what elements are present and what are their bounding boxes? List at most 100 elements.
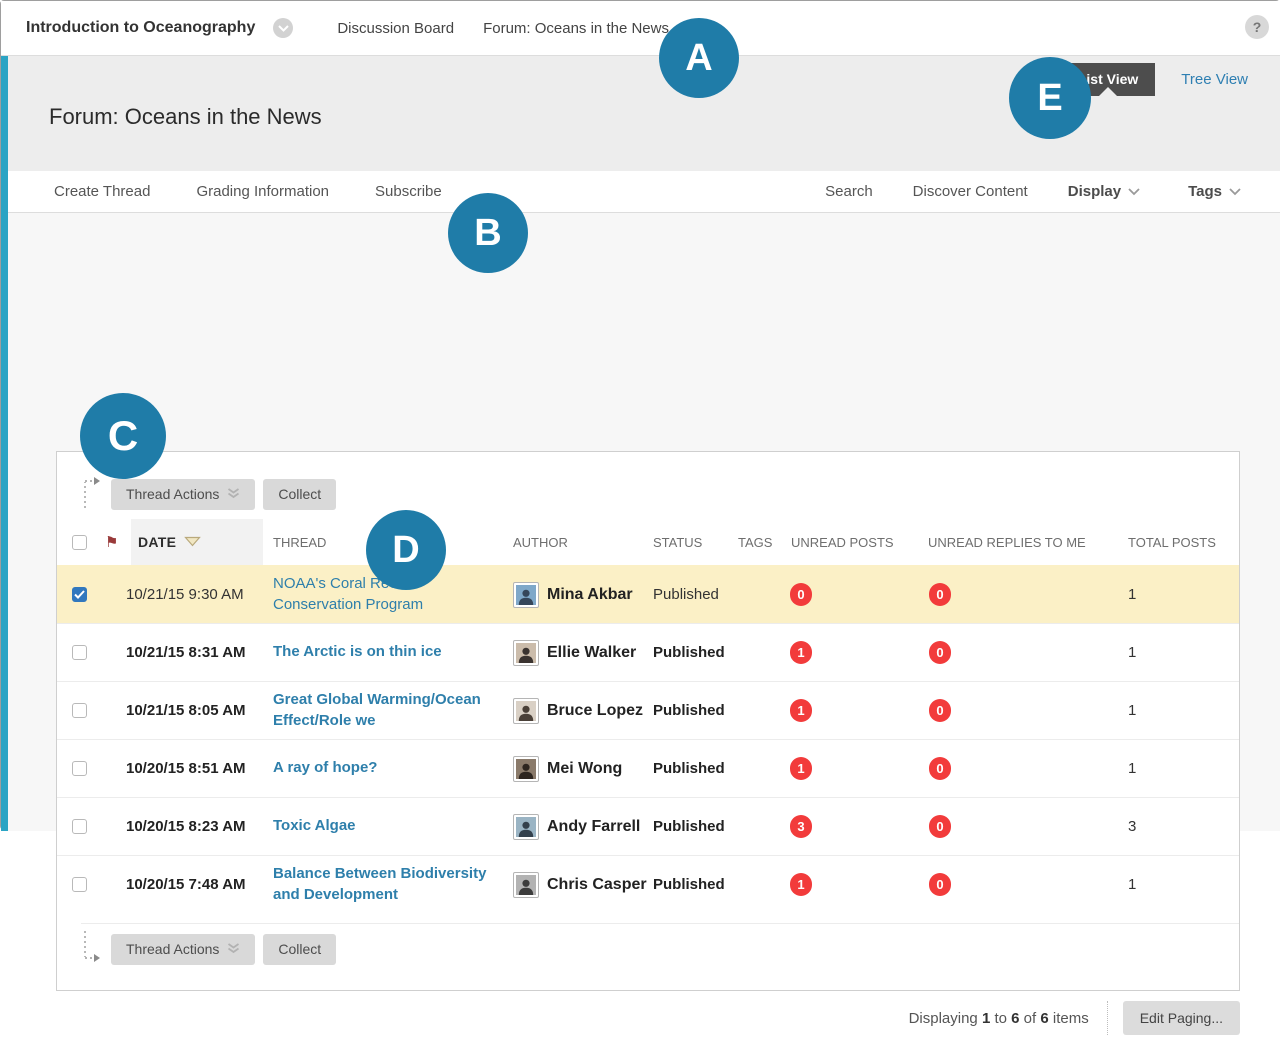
author-avatar [513,698,539,724]
discover-content-button[interactable]: Discover Content [913,183,1028,200]
thread-date: 10/21/15 8:31 AM [105,644,263,661]
collect-button[interactable]: Collect [263,479,336,510]
author-avatar [513,756,539,782]
thread-date: 10/20/15 7:48 AM [105,876,263,893]
column-header-status[interactable]: STATUS [653,535,738,550]
unread-replies-badge: 0 [929,815,951,838]
collect-button[interactable]: Collect [263,934,336,965]
annotation-circle-c: C [80,393,166,479]
author-name: Mina Akbar [547,586,633,604]
chevron-down-icon [278,19,289,37]
edit-paging-button[interactable]: Edit Paging... [1123,1001,1240,1035]
annotation-circle-a: A [659,18,739,98]
paging-bar: Displaying 1 to 6 of 6 items Edit Paging… [56,995,1240,1041]
tree-view-link[interactable]: Tree View [1181,71,1248,88]
create-thread-button[interactable]: Create Thread [54,183,150,200]
table-header-row: ⚑ DATE THREAD AUTHOR STATUS TAGS UNREAD … [57,519,1239,565]
tags-dropdown[interactable]: Tags [1188,183,1241,200]
breadcrumb-forum: Forum: Oceans in the News [483,20,669,37]
column-header-unread-posts[interactable]: UNREAD POSTS [780,535,913,550]
breadcrumb-discussion-board[interactable]: Discussion Board [337,20,454,37]
content-background: Thread Actions Collect ⚑ DATE THREAD AUT… [8,213,1280,831]
thread-actions-label: Thread Actions [126,941,219,957]
flag-icon: ⚑ [105,534,118,551]
unread-replies-badge: 0 [929,757,951,780]
thread-date: 10/20/15 8:51 AM [105,760,263,777]
author-avatar [513,640,539,666]
unread-posts-badge: 1 [790,699,812,722]
author-name: Mei Wong [547,760,622,778]
top-navigation-bar: Introduction to Oceanography Discussion … [1,1,1280,56]
table-row[interactable]: 10/21/15 9:30 AM NOAA's Coral Reef Conse… [57,565,1239,623]
author-avatar [513,814,539,840]
total-posts-value: 1 [1115,586,1239,603]
row-checkbox[interactable] [72,761,87,776]
table-row[interactable]: 10/20/15 8:51 AM A ray of hope? Mei Wong… [57,739,1239,797]
thread-status: Published [653,702,738,719]
select-all-arrow-icon [81,474,103,515]
row-checkbox[interactable] [72,877,87,892]
page-header-band: Forum: Oceans in the News List View Tree… [8,56,1280,171]
thread-status: Published [653,876,738,893]
thread-actions-label: Thread Actions [126,486,219,502]
author-name: Bruce Lopez [547,702,643,720]
column-header-date[interactable]: DATE [131,519,263,565]
total-posts-value: 3 [1115,818,1239,835]
thread-actions-button[interactable]: Thread Actions [111,934,255,965]
unread-replies-badge: 0 [929,699,951,722]
select-all-checkbox[interactable] [72,535,87,550]
total-posts-value: 1 [1115,876,1239,893]
action-bar-right: Search Discover Content Display Tags [825,183,1280,200]
subscribe-button[interactable]: Subscribe [375,183,442,200]
select-all-arrow-icon [81,929,103,970]
list-toolbar-top: Thread Actions Collect [81,478,1239,510]
unread-replies-badge: 0 [929,873,951,896]
thread-actions-button[interactable]: Thread Actions [111,479,255,510]
grading-information-button[interactable]: Grading Information [196,183,329,200]
paging-items-word: items [1053,1010,1089,1027]
column-header-unread-replies[interactable]: UNREAD REPLIES TO ME [913,535,1115,550]
paging-to-word: to [994,1010,1007,1027]
date-header-label: DATE [138,534,176,550]
column-header-author[interactable]: AUTHOR [503,535,653,550]
thread-link[interactable]: A ray of hope? [273,758,377,778]
author-avatar [513,872,539,898]
row-checkbox[interactable] [72,703,87,718]
course-title: Introduction to Oceanography [26,19,255,37]
thread-date: 10/21/15 8:05 AM [105,702,263,719]
list-toolbar-bottom: Thread Actions Collect [81,923,1239,965]
accent-stripe [1,56,8,831]
thread-status: Published [653,644,738,661]
author-avatar [513,582,539,608]
column-header-tags[interactable]: TAGS [738,535,780,550]
thread-status: Published [653,760,738,777]
search-button[interactable]: Search [825,183,873,200]
thread-link[interactable]: Toxic Algae [273,816,356,836]
thread-link[interactable]: Balance Between Biodiversity and Develop… [273,864,489,905]
table-row[interactable]: 10/20/15 8:23 AM Toxic Algae Andy Farrel… [57,797,1239,855]
thread-date: 10/21/15 9:30 AM [105,586,263,603]
table-row[interactable]: 10/20/15 7:48 AM Balance Between Biodive… [57,855,1239,913]
row-checkbox[interactable] [72,587,87,602]
column-header-total-posts[interactable]: TOTAL POSTS [1115,535,1239,550]
course-menu-button[interactable] [273,18,293,38]
paging-from: 1 [982,1010,990,1027]
row-checkbox[interactable] [72,645,87,660]
paging-total: 6 [1040,1010,1048,1027]
table-row[interactable]: 10/21/15 8:05 AM Great Global Warming/Oc… [57,681,1239,739]
help-icon[interactable]: ? [1245,15,1269,39]
paging-divider [1107,1001,1108,1035]
chevron-down-icon [1229,183,1241,200]
sort-descending-icon [184,535,201,550]
thread-link[interactable]: Great Global Warming/Ocean Effect/Role w… [273,690,489,731]
display-dropdown[interactable]: Display [1068,183,1140,200]
collect-label: Collect [278,941,321,957]
row-checkbox[interactable] [72,819,87,834]
display-dropdown-label: Display [1068,183,1121,200]
thread-date: 10/20/15 8:23 AM [105,818,263,835]
unread-posts-badge: 1 [790,641,812,664]
table-row[interactable]: 10/21/15 8:31 AM The Arctic is on thin i… [57,623,1239,681]
page-title: Forum: Oceans in the News [49,104,322,130]
thread-link[interactable]: The Arctic is on thin ice [273,642,442,662]
annotation-circle-d: D [366,510,446,590]
